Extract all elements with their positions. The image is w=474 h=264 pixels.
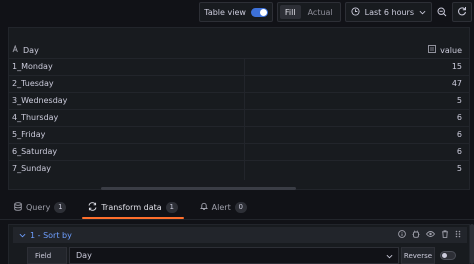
vertical-scrollbar[interactable]	[470, 224, 474, 264]
table-header: Day value	[9, 42, 470, 58]
tab-query-count: 1	[54, 201, 67, 213]
transformation-title-label: 1 - Sort by	[30, 230, 72, 240]
grip-icon[interactable]	[455, 230, 461, 240]
tab-alert-label: Alert	[211, 202, 231, 212]
tab-query[interactable]: Query 1	[8, 198, 72, 216]
eye-icon[interactable]	[425, 230, 436, 240]
editor-tabs: Query 1 Transform data 1 Alert 0	[8, 198, 253, 219]
time-range-picker[interactable]: Last 6 hours	[344, 2, 432, 22]
table-row: 4_Thursday 6	[9, 109, 470, 126]
tab-alert[interactable]: Alert 0	[194, 198, 253, 216]
transformation-title[interactable]: 1 - Sort by	[19, 231, 72, 240]
column-header-value[interactable]: value	[428, 45, 462, 55]
refresh-icon	[457, 6, 467, 18]
cell-day: 6_Saturday	[12, 147, 58, 156]
table-row: 2_Tuesday 47	[9, 75, 470, 92]
cell-day: 2_Tuesday	[12, 79, 54, 88]
chevron-down-icon	[19, 231, 26, 240]
table-row: 6_Saturday 6	[9, 143, 470, 160]
table-view-label: Table view	[204, 7, 246, 17]
table-row: 7_Sunday 5	[9, 160, 470, 177]
cell-value: 6	[456, 130, 462, 139]
fill-actual-toggle: Fill Actual	[276, 2, 341, 22]
column-divider[interactable]	[244, 58, 245, 180]
table-row: 3_Wednesday 5	[9, 92, 470, 109]
horizontal-scrollbar[interactable]	[101, 187, 296, 190]
cell-value: 5	[456, 164, 462, 173]
column-header-day[interactable]: Day	[12, 44, 39, 55]
zoom-out-icon[interactable]	[436, 2, 448, 22]
trash-icon[interactable]	[441, 230, 449, 240]
clock-icon	[351, 6, 360, 18]
column-header-day-label: Day	[23, 45, 39, 55]
info-icon[interactable]	[398, 230, 406, 240]
table-panel: Day value 1_Monday 15 2_Tuesday 47 3_Wed…	[8, 27, 470, 190]
cell-value: 6	[456, 113, 462, 122]
database-icon	[14, 201, 22, 213]
transformation-card: 1 - Sort by Field Day Reverse	[8, 224, 470, 264]
field-select-value: Day	[76, 251, 92, 260]
fill-button[interactable]: Fill	[279, 5, 301, 19]
column-header-value-label: value	[440, 45, 462, 55]
chevron-down-icon	[419, 8, 426, 17]
cell-value: 47	[451, 79, 462, 88]
number-type-icon	[428, 45, 437, 55]
sort-field-row: Field Day Reverse	[27, 247, 459, 264]
bell-icon	[199, 202, 208, 213]
tab-query-label: Query	[26, 202, 51, 212]
cell-value: 5	[456, 96, 462, 105]
tab-transform-data-count: 1	[165, 201, 178, 213]
transform-icon	[88, 201, 97, 213]
table-row: 1_Monday 15	[9, 58, 470, 75]
text-type-icon	[12, 44, 20, 55]
actual-button[interactable]: Actual	[303, 5, 338, 19]
cell-day: 7_Sunday	[12, 164, 52, 173]
debug-icon[interactable]	[412, 230, 420, 240]
table-view-switch[interactable]: Table view	[199, 2, 273, 22]
tabs-divider	[0, 219, 474, 220]
table-row: 5_Friday 6	[9, 126, 470, 143]
field-label: Field	[27, 247, 67, 264]
chevron-down-icon	[386, 252, 393, 261]
tab-transform-data-label: Transform data	[101, 202, 162, 212]
cell-day: 3_Wednesday	[12, 96, 68, 105]
cell-value: 6	[456, 147, 462, 156]
panel-editor-toolbar: Table view Fill Actual Last 6 hours	[199, 2, 472, 22]
time-range-label: Last 6 hours	[364, 7, 414, 17]
tab-transform-data[interactable]: Transform data 1	[82, 198, 185, 219]
cell-day: 5_Friday	[12, 130, 46, 139]
transformation-header[interactable]: 1 - Sort by	[13, 227, 467, 243]
refresh-button[interactable]	[452, 2, 472, 22]
table-view-toggle[interactable]	[250, 7, 268, 17]
cell-value: 15	[451, 62, 462, 71]
transformation-actions	[398, 230, 461, 240]
field-select[interactable]: Day	[69, 247, 399, 264]
reverse-toggle[interactable]	[437, 247, 459, 264]
cell-day: 1_Monday	[12, 62, 53, 71]
tab-alert-count: 0	[234, 201, 247, 213]
cell-day: 4_Thursday	[12, 113, 59, 122]
reverse-label: Reverse	[401, 247, 435, 264]
